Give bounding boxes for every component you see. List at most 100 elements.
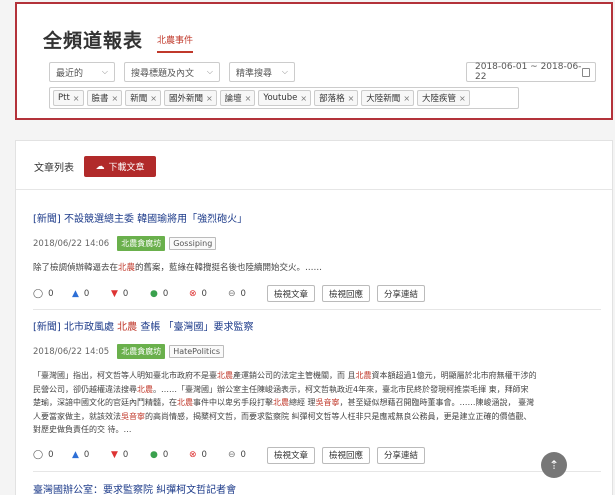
keyword-highlight: 北農 [118, 263, 136, 273]
date-range-picker[interactable]: 2018-06-01 ~ 2018-06-22 [466, 62, 596, 82]
close-icon[interactable]: × [459, 94, 466, 103]
chevron-down-icon: ⌵ [206, 67, 213, 76]
like-count: ▲ 0 [72, 289, 111, 299]
tag-label: 臉書 [91, 94, 109, 104]
title-row: 全頻道報表 北農事件 [43, 26, 194, 53]
check-circle-icon: ● [150, 450, 158, 460]
board-badge: Gossiping [169, 237, 217, 250]
tag-label: 新聞 [130, 94, 148, 104]
board-badge: HatePolitics [169, 345, 224, 358]
snippet-text: 的舊案，藍綠在韓攪挺名後也陸續開始交火。…… [135, 263, 323, 273]
scroll-to-top-button[interactable]: ⇡ [541, 452, 567, 478]
like-count: ▲ 0 [72, 450, 111, 460]
close-icon[interactable]: × [73, 94, 80, 103]
tag-label: Ptt [58, 93, 70, 103]
negative-count-value: 0 [201, 450, 207, 460]
share-link-button[interactable]: 分享連結 [377, 446, 426, 464]
keyword-highlight: 北農 [117, 322, 138, 333]
divider [33, 309, 601, 310]
article-title-text: 臺灣國辦公室：要求監察院 糾彈柯文哲記者會 [33, 485, 237, 495]
check-circle-icon: ● [150, 288, 158, 299]
snippet-text: 除了檢調偵辦韓逼去在 [33, 263, 119, 273]
dislike-count: ▼ 0 [111, 289, 150, 299]
cloud-download-icon: ☁ [95, 161, 105, 172]
view-replies-button[interactable]: 檢視回應 [322, 285, 371, 302]
search-mode-select[interactable]: 精準搜尋 ⌵ [229, 62, 295, 82]
positive-count-value: 0 [162, 450, 169, 460]
close-icon[interactable]: × [150, 94, 157, 103]
close-icon[interactable]: × [403, 94, 410, 103]
snippet-text: ，甚至疑似想藉召開臨時董事會。……陳峻涵說， 臺灣 [339, 398, 535, 407]
article-title-text: [新聞] 北市政風處 [33, 322, 118, 333]
close-icon[interactable]: × [206, 94, 213, 103]
search-scope-value: 搜尋標題及內文 [131, 68, 195, 79]
comment-count: ◯ 0 [33, 450, 72, 460]
article-actions: ◯ 0 ▲ 0 ▼ 0 ● 0 ⊗ 0 ⊖ 0 檢視文章 檢視回應 分享連結 [33, 446, 601, 464]
divider [16, 189, 612, 190]
tag-label: 部落格 [319, 94, 345, 104]
tag-label: 大陸疾管 [422, 94, 457, 104]
list-item: [新聞] 北市政風處 北農 查帳 「臺灣國」要求監察 2018/06/22 14… [33, 321, 601, 464]
article-list-panel: 文章列表 ☁ 下載文章 [新聞] 不設競選總主委 韓國瑜將用「強烈砲火」 201… [15, 140, 613, 495]
view-article-button[interactable]: 檢視文章 [267, 285, 316, 302]
tag-label: 大陸新聞 [366, 94, 401, 104]
article-date: 2018/06/22 14:05 [33, 346, 110, 357]
close-icon[interactable]: × [300, 94, 307, 103]
neutral-icon: ⊖ [228, 450, 236, 460]
keyword-highlight: 北農 [355, 371, 372, 380]
close-icon[interactable]: × [245, 94, 252, 103]
keyword-highlight: 北農 [273, 398, 289, 407]
article-title-text: [新聞] 不設競選總主委 韓國瑜將用「強烈砲火」 [33, 214, 248, 225]
article-title[interactable]: [新聞] 不設競選總主委 韓國瑜將用「強烈砲火」 [33, 213, 601, 227]
snippet-line: 對歷史做負責任的交 待。… [33, 425, 132, 434]
snippet-line: 楚瑜，深諳中國文化的官廷內鬥精髓，在北農事件中以卑劣手段打擊北農總經 理吳音寧，… [33, 396, 601, 410]
time-select-value: 最近的 [56, 68, 84, 79]
snippet-text: 「臺灣國」指出，柯文哲等人明知臺北市政府不是臺 [33, 371, 217, 380]
article-title[interactable]: 臺灣國辦公室：要求監察院 糾彈柯文哲記者會 [33, 484, 601, 495]
report-filter-panel: 全頻道報表 北農事件 最近的 ⌵ 搜尋標題及內文 ⌵ 精準搜尋 ⌵ 2018-0… [15, 2, 613, 120]
tab-active-event[interactable]: 北農事件 [157, 34, 194, 53]
snippet-text: 產運銷公司的法定主管機關，而 且 [233, 371, 356, 380]
chevron-down-icon: ⌵ [101, 67, 108, 76]
positive-count-value: 0 [162, 288, 169, 299]
article-title[interactable]: [新聞] 北市政風處 北農 查帳 「臺灣國」要求監察 [33, 321, 601, 335]
chevron-down-icon: ⌵ [281, 67, 288, 76]
article-list-title: 文章列表 [34, 163, 74, 174]
share-link-button[interactable]: 分享連結 [377, 285, 426, 302]
thumbs-up-icon: ▲ [72, 288, 79, 299]
snippet-text: 資本額超過1億元，明顯屬於北市府無權干涉的 [371, 371, 537, 380]
x-circle-icon: ⊗ [189, 450, 197, 460]
article-snippet: 「臺灣國」指出，柯文哲等人明知臺北市政府不是臺北農產運銷公司的法定主管機關，而 … [33, 369, 601, 437]
download-label: 下載文章 [108, 163, 145, 173]
divider [33, 471, 601, 472]
time-select[interactable]: 最近的 ⌵ [49, 62, 115, 82]
date-range-value: 2018-06-01 ~ 2018-06-22 [475, 62, 582, 82]
search-scope-select[interactable]: 搜尋標題及內文 ⌵ [124, 62, 220, 82]
source-tag: 新聞 × [125, 90, 161, 106]
close-icon[interactable]: × [348, 94, 355, 103]
article-meta: 2018/06/22 14:06 北農貪腐坊 Gossiping [33, 236, 601, 251]
topic-badge: 北農貪腐坊 [117, 236, 166, 251]
source-tag: 部落格 × [314, 90, 359, 106]
view-replies-button[interactable]: 檢視回應 [322, 446, 371, 464]
snippet-line: 民營公司，卻仍越權違法搜尋北農。……「臺灣國」辦公室主任陳峻涵表示，柯文哲執政近… [33, 383, 601, 397]
view-article-button[interactable]: 檢視文章 [267, 446, 316, 464]
comment-count: ◯ 0 [33, 289, 72, 299]
close-icon[interactable]: × [112, 94, 119, 103]
list-item: [新聞] 不設競選總主委 韓國瑜將用「強烈砲火」 2018/06/22 14:0… [33, 213, 601, 302]
source-tag: 論壇 × [219, 90, 256, 106]
search-mode-value: 精準搜尋 [236, 68, 273, 79]
source-tag: Ptt × [53, 90, 84, 106]
snippet-text: 事件中以卑劣手段打擊 [193, 398, 273, 407]
x-circle-icon: ⊗ [189, 288, 197, 299]
article-snippet: 除了檢調偵辦韓逼去在北農的舊案，藍綠在韓攪挺名後也陸續開始交火。…… [33, 261, 601, 275]
article-meta: 2018/06/22 14:05 北農貪腐坊 HatePolitics [33, 344, 601, 359]
neutral-icon: ⊖ [228, 288, 236, 299]
calendar-icon [581, 67, 590, 77]
comment-icon: ◯ [33, 450, 44, 460]
thumbs-down-icon: ▼ [111, 450, 118, 460]
keyword-highlight: 吳音寧 [121, 411, 145, 421]
source-tags-input[interactable]: Ptt × 臉書 × 新聞 × 國外新聞 × 論壇 × Youtube × 部落格 × 大陸新… [49, 87, 519, 109]
article-list-header: 文章列表 ☁ 下載文章 [34, 156, 156, 177]
download-articles-button[interactable]: ☁ 下載文章 [84, 156, 156, 177]
